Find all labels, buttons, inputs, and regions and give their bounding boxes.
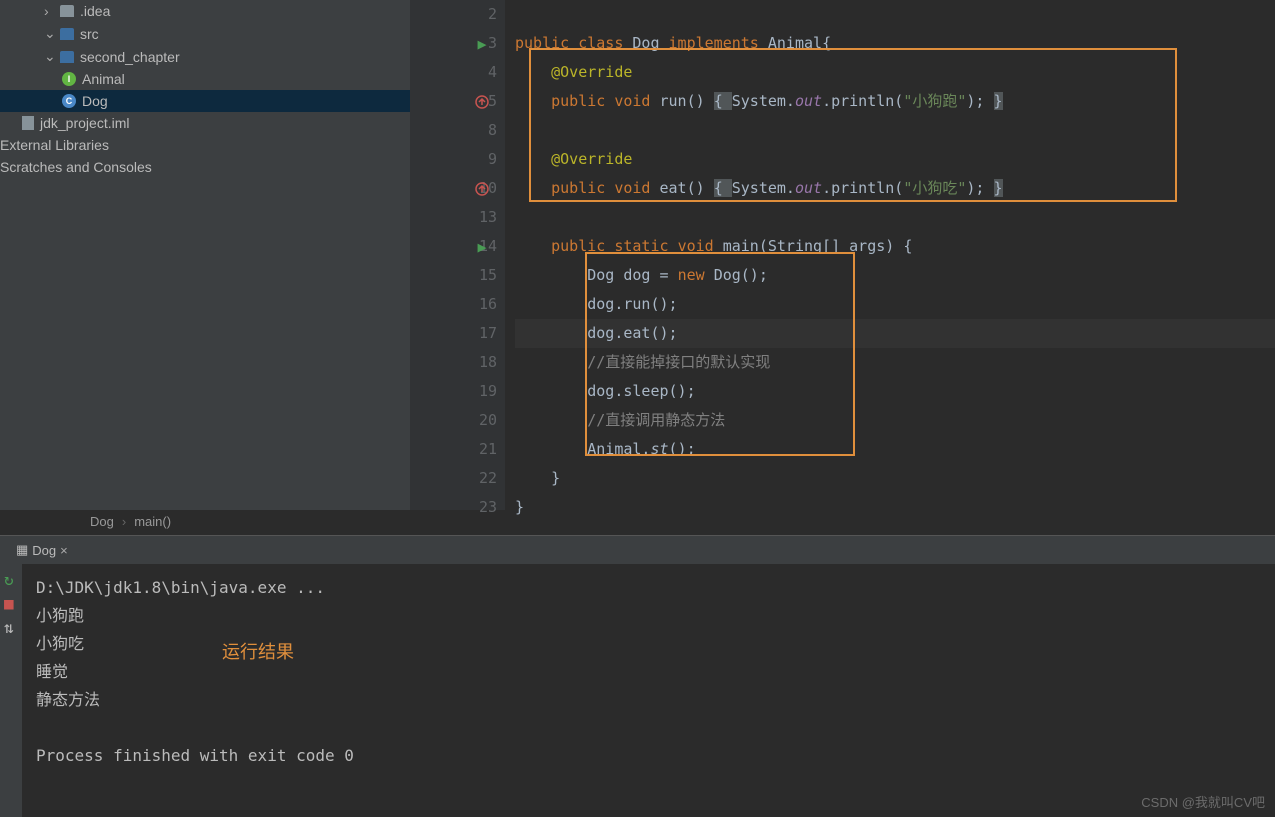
line-number: 22	[410, 464, 497, 493]
code-line: public class Dog implements Animal{	[515, 29, 1275, 58]
code-line: public static void main(String[] args) {	[515, 232, 1275, 261]
breadcrumb-item[interactable]: Dog	[90, 514, 114, 529]
override-gutter-icon[interactable]	[462, 174, 502, 203]
console-line: 静态方法	[36, 686, 1261, 714]
stop-icon[interactable]: ■	[4, 594, 18, 608]
override-gutter-icon[interactable]	[462, 87, 502, 116]
console-line: 睡觉	[36, 658, 1261, 686]
tree-folder-src[interactable]: ⌄src	[0, 22, 410, 45]
code-line: public void eat() { System.out.println("…	[515, 174, 1275, 203]
code-line: }	[515, 464, 1275, 493]
code-line: Animal.st();	[515, 435, 1275, 464]
code-line: dog.eat();	[515, 319, 1275, 348]
tree-label: second_chapter	[80, 49, 180, 65]
console-tabs[interactable]: ▦ Dog ×	[0, 536, 1275, 564]
line-number: 23	[410, 493, 497, 522]
project-tree[interactable]: ›.idea ⌄src ⌄second_chapter I Animal C Dog…	[0, 0, 410, 510]
line-number: 15	[410, 261, 497, 290]
tree-label: jdk_project.iml	[40, 115, 129, 131]
code-line	[515, 203, 1275, 232]
code-line: //直接能掉接口的默认实现	[515, 348, 1275, 377]
file-icon	[22, 116, 34, 130]
tab-run-icon: ▦	[16, 542, 28, 558]
code-line: @Override	[515, 145, 1275, 174]
tree-iml[interactable]: jdk_project.iml	[0, 112, 410, 134]
console-line: 小狗跑	[36, 602, 1261, 630]
breadcrumb-sep-icon: ›	[122, 514, 126, 529]
layout-icon[interactable]: ⇅	[4, 618, 18, 632]
tree-folder-chapter[interactable]: ⌄second_chapter	[0, 45, 410, 68]
line-number: 9	[410, 145, 497, 174]
line-number: 16	[410, 290, 497, 319]
tree-folder-idea[interactable]: ›.idea	[0, 0, 410, 22]
tree-file-dog[interactable]: C Dog	[0, 90, 410, 112]
run-gutter-icon[interactable]: ▶	[462, 232, 502, 261]
console-line: D:\JDK\jdk1.8\bin\java.exe ...	[36, 574, 1261, 602]
code-line: dog.sleep();	[515, 377, 1275, 406]
run-tool-window: ▦ Dog × ↻ ■ ⇅ D:\JDK\jdk1.8\bin\java.exe…	[0, 535, 1275, 817]
line-number: 8	[410, 116, 497, 145]
console-tab-dog[interactable]: ▦ Dog ×	[10, 540, 74, 560]
line-number: 4	[410, 58, 497, 87]
console-output[interactable]: D:\JDK\jdk1.8\bin\java.exe ... 小狗跑 小狗吃 睡…	[22, 564, 1275, 817]
tree-label: Dog	[82, 93, 108, 109]
code-line: dog.run();	[515, 290, 1275, 319]
code-line: public void run() { System.out.println("…	[515, 87, 1275, 116]
interface-icon: I	[62, 72, 76, 86]
tree-label: External Libraries	[0, 137, 109, 153]
tree-file-animal[interactable]: I Animal	[0, 68, 410, 90]
line-number: 2	[410, 0, 497, 29]
code-line: @Override	[515, 58, 1275, 87]
tree-scratches[interactable]: Scratches and Consoles	[0, 156, 410, 178]
tree-label: Scratches and Consoles	[0, 159, 152, 175]
watermark: CSDN @我就叫CV吧	[1141, 792, 1265, 811]
line-number: 17	[410, 319, 497, 348]
tab-label: Dog	[32, 543, 56, 558]
run-gutter-icon[interactable]: ▶	[462, 29, 502, 58]
line-number: 18	[410, 348, 497, 377]
code-line	[515, 0, 1275, 29]
line-number: 21	[410, 435, 497, 464]
console-line: 小狗吃	[36, 630, 1261, 658]
line-number: 20	[410, 406, 497, 435]
code-line: }	[515, 493, 1275, 522]
line-number: 13	[410, 203, 497, 232]
code-line	[515, 116, 1275, 145]
code-editor[interactable]: 2 3 ▶ 4 5 8 9 10 13 14 ▶ 15 16 17 18 19 …	[410, 0, 1275, 510]
editor-gutter[interactable]: 2 3 ▶ 4 5 8 9 10 13 14 ▶ 15 16 17 18 19 …	[410, 0, 505, 510]
code-line: //直接调用静态方法	[515, 406, 1275, 435]
breadcrumb-item[interactable]: main()	[134, 514, 171, 529]
console-line: Process finished with exit code 0	[36, 742, 1261, 770]
line-number: 19	[410, 377, 497, 406]
tree-label: Animal	[82, 71, 125, 87]
tree-label: src	[80, 26, 99, 42]
tree-external[interactable]: External Libraries	[0, 134, 410, 156]
console-line	[36, 714, 1261, 742]
result-annotation: 运行结果	[222, 638, 294, 664]
rerun-icon[interactable]: ↻	[4, 570, 18, 584]
close-icon[interactable]: ×	[60, 543, 68, 558]
console-toolbar[interactable]: ↻ ■ ⇅	[0, 564, 22, 817]
tree-label: .idea	[80, 3, 110, 19]
class-icon: C	[62, 94, 76, 108]
code-area[interactable]: public class Dog implements Animal{ @Ove…	[505, 0, 1275, 510]
code-line: Dog dog = new Dog();	[515, 261, 1275, 290]
